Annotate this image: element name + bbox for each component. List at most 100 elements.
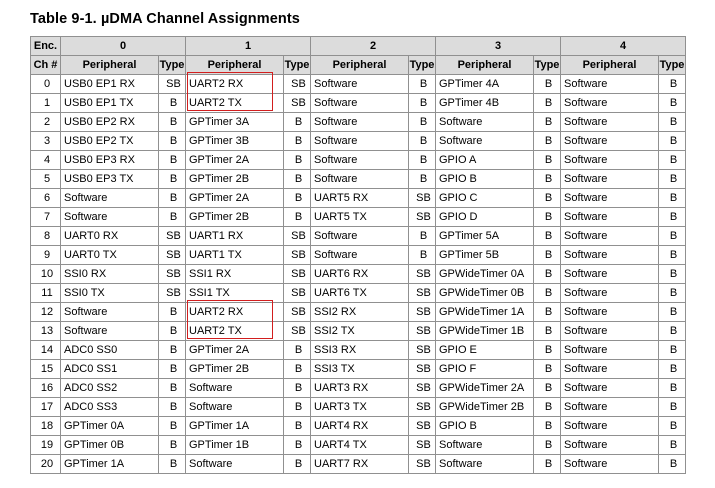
- peripheral-cell: Software: [60, 188, 159, 208]
- peripheral-cell: GPTimer 5B: [435, 245, 534, 265]
- peripheral-cell: GPWideTimer 2A: [435, 378, 534, 398]
- type-cell: SB: [408, 302, 436, 322]
- peripheral-cell: UART5 RX: [310, 188, 409, 208]
- type-header: Type: [283, 55, 311, 75]
- type-cell: B: [658, 226, 686, 246]
- peripheral-cell: Software: [60, 302, 159, 322]
- peripheral-cell: GPTimer 2A: [185, 150, 284, 170]
- peripheral-header: Peripheral: [310, 55, 409, 75]
- peripheral-cell: Software: [310, 93, 409, 113]
- peripheral-cell: UART7 RX: [310, 454, 409, 474]
- peripheral-cell: GPTimer 3A: [185, 112, 284, 132]
- channel-number: 10: [30, 264, 61, 284]
- peripheral-cell: Software: [560, 131, 659, 151]
- peripheral-cell: Software: [435, 112, 534, 132]
- type-cell: SB: [408, 264, 436, 284]
- type-cell: B: [533, 378, 561, 398]
- peripheral-cell: Software: [185, 397, 284, 417]
- channel-number: 1: [30, 93, 61, 113]
- type-cell: B: [408, 169, 436, 189]
- type-cell: B: [283, 340, 311, 360]
- peripheral-cell: Software: [560, 188, 659, 208]
- type-cell: SB: [158, 74, 186, 94]
- type-cell: SB: [408, 435, 436, 455]
- type-cell: B: [658, 188, 686, 208]
- type-cell: B: [158, 150, 186, 170]
- channel-number: 17: [30, 397, 61, 417]
- peripheral-cell: GPTimer 5A: [435, 226, 534, 246]
- type-cell: B: [283, 169, 311, 189]
- table-row: 9 UART0 TX SB UART1 TX SB Software B GPTimer 5B…: [30, 245, 686, 265]
- type-cell: B: [283, 359, 311, 379]
- peripheral-cell: USB0 EP1 TX: [60, 93, 159, 113]
- peripheral-cell: Software: [560, 74, 659, 94]
- type-header: Type: [533, 55, 561, 75]
- type-cell: SB: [283, 245, 311, 265]
- table-row: 16 ADC0 SS2 B Software B UART3 RX SB GPWideTime…: [30, 378, 686, 398]
- table-row: 13 Software B UART2 TX SB SSI2 TX SB GPWideTime…: [30, 321, 686, 341]
- peripheral-cell: GPIO D: [435, 207, 534, 227]
- type-cell: SB: [408, 378, 436, 398]
- peripheral-cell: SSI3 RX: [310, 340, 409, 360]
- type-cell: B: [658, 150, 686, 170]
- type-cell: SB: [283, 321, 311, 341]
- type-cell: B: [158, 378, 186, 398]
- encoding-header-2: 2: [310, 36, 436, 56]
- peripheral-cell: Software: [560, 226, 659, 246]
- peripheral-cell: ADC0 SS1: [60, 359, 159, 379]
- peripheral-cell: UART2 RX: [185, 74, 284, 94]
- channel-number: 14: [30, 340, 61, 360]
- peripheral-cell: UART2 TX: [185, 321, 284, 341]
- type-cell: SB: [408, 397, 436, 417]
- type-cell: B: [158, 435, 186, 455]
- type-cell: SB: [158, 226, 186, 246]
- type-cell: SB: [283, 283, 311, 303]
- peripheral-cell: SSI2 RX: [310, 302, 409, 322]
- peripheral-cell: GPTimer 3B: [185, 131, 284, 151]
- peripheral-cell: Software: [560, 302, 659, 322]
- peripheral-cell: GPTimer 4B: [435, 93, 534, 113]
- type-cell: B: [533, 302, 561, 322]
- type-cell: B: [533, 283, 561, 303]
- peripheral-header: Peripheral: [435, 55, 534, 75]
- peripheral-cell: Software: [310, 226, 409, 246]
- table-row: 3 USB0 EP2 TX B GPTimer 3B B Software B Softwar…: [30, 131, 686, 151]
- peripheral-cell: Software: [560, 169, 659, 189]
- type-header: Type: [158, 55, 186, 75]
- type-cell: B: [658, 416, 686, 436]
- encoding-header-row: Enc. 0 1 2 3 4: [30, 36, 686, 56]
- type-cell: SB: [408, 188, 436, 208]
- channel-number: 0: [30, 74, 61, 94]
- peripheral-cell: GPTimer 2A: [185, 340, 284, 360]
- peripheral-cell: Software: [185, 454, 284, 474]
- peripheral-cell: Software: [310, 150, 409, 170]
- peripheral-header: Peripheral: [185, 55, 284, 75]
- type-cell: B: [283, 188, 311, 208]
- type-cell: B: [658, 131, 686, 151]
- channel-number: 4: [30, 150, 61, 170]
- peripheral-cell: Software: [310, 245, 409, 265]
- peripheral-cell: GPTimer 0A: [60, 416, 159, 436]
- type-cell: B: [408, 131, 436, 151]
- table-row: 11 SSI0 TX SB SSI1 TX SB UART6 TX SB GPWideTime…: [30, 283, 686, 303]
- type-cell: B: [658, 397, 686, 417]
- peripheral-cell: UART4 RX: [310, 416, 409, 436]
- type-cell: B: [533, 397, 561, 417]
- type-cell: B: [533, 150, 561, 170]
- type-cell: B: [533, 169, 561, 189]
- channel-number: 9: [30, 245, 61, 265]
- channel-number: 19: [30, 435, 61, 455]
- table-row: 4 USB0 EP3 RX B GPTimer 2A B Software B GPIO AB…: [30, 150, 686, 170]
- type-cell: B: [158, 321, 186, 341]
- peripheral-cell: GPTimer 1B: [185, 435, 284, 455]
- channel-number: 18: [30, 416, 61, 436]
- table-row: 19 GPTimer 0B B GPTimer 1B B UART4 TX SB Softwa…: [30, 435, 686, 455]
- type-cell: B: [658, 207, 686, 227]
- peripheral-cell: SSI3 TX: [310, 359, 409, 379]
- type-cell: B: [158, 416, 186, 436]
- peripheral-cell: USB0 EP3 TX: [60, 169, 159, 189]
- peripheral-cell: Software: [560, 321, 659, 341]
- type-cell: B: [158, 169, 186, 189]
- peripheral-cell: UART5 TX: [310, 207, 409, 227]
- type-cell: B: [408, 150, 436, 170]
